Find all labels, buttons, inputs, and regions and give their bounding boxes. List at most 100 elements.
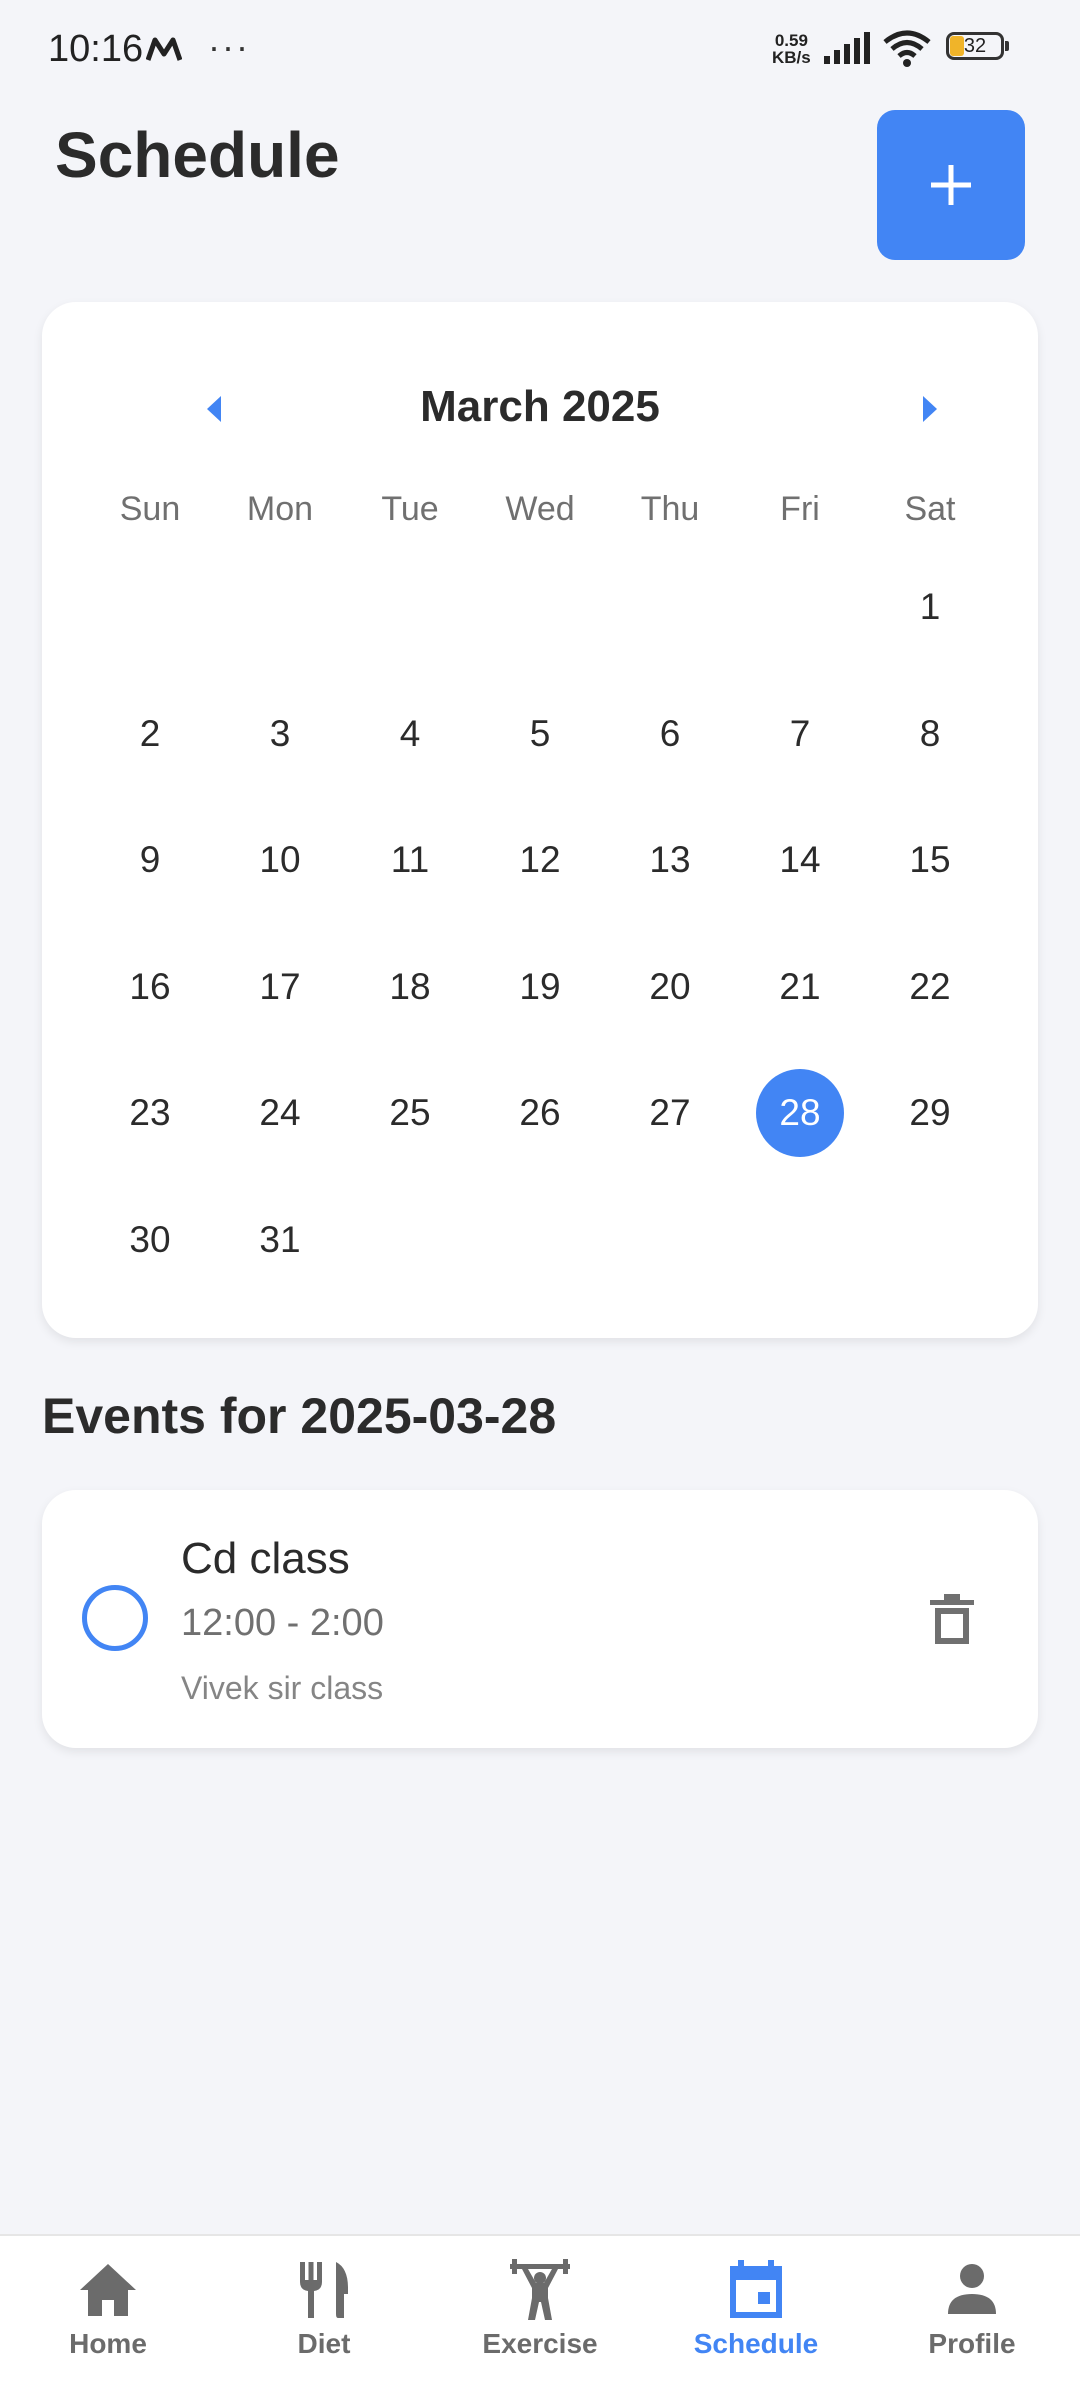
day-number: 14	[779, 839, 821, 880]
day-cell[interactable]: 25	[345, 1083, 475, 1210]
empty-day-cell	[605, 577, 735, 704]
schedule-screen: 10:16 ··· 0.59 KB/s 32 Schedule March 20…	[0, 0, 1080, 2400]
day-number: 26	[519, 1092, 561, 1133]
day-cell[interactable]: 2	[85, 704, 215, 831]
day-cell[interactable]: 12	[475, 830, 605, 957]
day-cell[interactable]: 8	[865, 704, 995, 831]
weekday-label: Mon	[246, 490, 314, 528]
trash-icon[interactable]	[922, 1590, 982, 1650]
day-cell[interactable]: 29	[865, 1083, 995, 1210]
event-title: Cd class	[181, 1534, 350, 1583]
person-icon	[948, 2264, 996, 2314]
day-cell[interactable]: 23	[85, 1083, 215, 1210]
day-number: 31	[259, 1218, 301, 1260]
day-number: 22	[909, 965, 951, 1007]
day-cell[interactable]: 14	[735, 830, 865, 957]
day-cell[interactable]: 16	[85, 957, 215, 1084]
day-cell[interactable]: 20	[605, 957, 735, 1084]
day-number: 20	[649, 965, 691, 1007]
day-cell[interactable]: 26	[475, 1083, 605, 1210]
plus-icon	[931, 165, 971, 205]
day-number: 27	[649, 1092, 691, 1133]
nav-label-diet: Diet	[297, 2328, 351, 2359]
day-cell[interactable]: 27	[605, 1083, 735, 1210]
day-number: 30	[129, 1218, 171, 1260]
day-number: 24	[259, 1092, 301, 1133]
nav-item-profile[interactable]: Profile	[864, 2236, 1080, 2400]
day-number: 1	[919, 586, 941, 627]
day-number: 18	[389, 965, 431, 1007]
weekday-label: Tue	[381, 490, 439, 528]
empty-day-cell	[215, 577, 345, 704]
day-cell[interactable]: 31	[215, 1210, 345, 1337]
day-number: 21	[779, 965, 821, 1007]
calendar-day-grid: 1 2 3 4 5 6 7 8 9 10 11 12 13 14 15 16 17 18 19 20 21 22 23 24 2…	[85, 577, 995, 1336]
add-event-button[interactable]	[877, 110, 1025, 260]
fork-knife-icon	[300, 2262, 348, 2318]
event-complete-toggle[interactable]	[82, 1585, 148, 1651]
nav-item-diet[interactable]: Diet	[216, 2236, 432, 2400]
day-number: 11	[390, 839, 430, 880]
day-number: 4	[399, 712, 421, 754]
day-cell[interactable]: 7	[735, 704, 865, 831]
day-number: 13	[649, 839, 691, 880]
status-bar: 10:16 ··· 0.59 KB/s 32	[0, 0, 1080, 100]
day-cell[interactable]: 18	[345, 957, 475, 1084]
day-number: 19	[519, 965, 561, 1007]
day-cell[interactable]: 5	[475, 704, 605, 831]
calendar-card: March 2025 Sun Mon Tue Wed Thu Fri Sat 1234567…	[42, 302, 1038, 1338]
day-cell[interactable]: 21	[735, 957, 865, 1084]
day-cell[interactable]: 10	[215, 830, 345, 957]
day-cell[interactable]: 6	[605, 704, 735, 831]
page-title: Schedule	[55, 119, 340, 191]
day-cell[interactable]: 11	[345, 830, 475, 957]
nav-label-home: Home	[69, 2328, 147, 2359]
day-cell[interactable]: 9	[85, 830, 215, 957]
day-number: 23	[129, 1092, 171, 1133]
day-cell[interactable]: 19	[475, 957, 605, 1084]
day-number: 7	[789, 712, 811, 754]
next-month-button[interactable]	[908, 387, 952, 431]
nav-item-home[interactable]: Home	[0, 2236, 216, 2400]
day-number: 8	[919, 712, 941, 754]
day-cell[interactable]: 15	[865, 830, 995, 957]
previous-month-button[interactable]	[192, 387, 236, 431]
day-number: 16	[129, 965, 171, 1007]
day-cell[interactable]: 24	[215, 1083, 345, 1210]
day-cell-selected[interactable]: 28	[735, 1069, 865, 1210]
event-time: 12:00 - 2:00	[181, 1602, 384, 1644]
day-number: 2	[139, 712, 161, 754]
day-number: 15	[909, 839, 951, 880]
day-number: 6	[659, 712, 681, 754]
empty-day-cell	[735, 1210, 865, 1337]
day-cell[interactable]: 22	[865, 957, 995, 1084]
weekday-label: Sat	[904, 490, 956, 528]
day-cell[interactable]: 13	[605, 830, 735, 957]
weekday-label: Fri	[780, 490, 820, 528]
empty-day-cell	[735, 577, 865, 704]
nav-label-exercise: Exercise	[482, 2328, 598, 2359]
signal-icon	[824, 32, 870, 64]
weekday-label: Wed	[505, 490, 575, 528]
day-cell[interactable]: 17	[215, 957, 345, 1084]
day-cell[interactable]: 1	[865, 577, 995, 704]
caret-left-icon	[207, 396, 221, 422]
more-dots-icon: ···	[208, 26, 250, 67]
weekday-header: Sun Mon Tue Wed Thu Fri Sat	[85, 490, 995, 540]
day-cell[interactable]: 30	[85, 1210, 215, 1337]
day-cell[interactable]: 3	[215, 704, 345, 831]
nav-label-schedule: Schedule	[693, 2328, 819, 2359]
day-number: 17	[259, 965, 301, 1007]
day-number: 28	[756, 1069, 844, 1157]
weightlifting-icon	[510, 2259, 570, 2320]
empty-day-cell	[475, 577, 605, 704]
battery-level: 32	[963, 35, 987, 57]
status-time: 10:16	[48, 28, 144, 70]
nav-item-schedule[interactable]: Schedule	[648, 2236, 864, 2400]
event-card[interactable]: Cd class 12:00 - 2:00 Vivek sir class	[42, 1490, 1038, 1748]
day-number: 9	[139, 839, 161, 880]
day-number: 29	[909, 1092, 951, 1133]
nav-item-exercise[interactable]: Exercise	[432, 2236, 648, 2400]
day-cell[interactable]: 4	[345, 704, 475, 831]
home-icon	[80, 2264, 136, 2316]
